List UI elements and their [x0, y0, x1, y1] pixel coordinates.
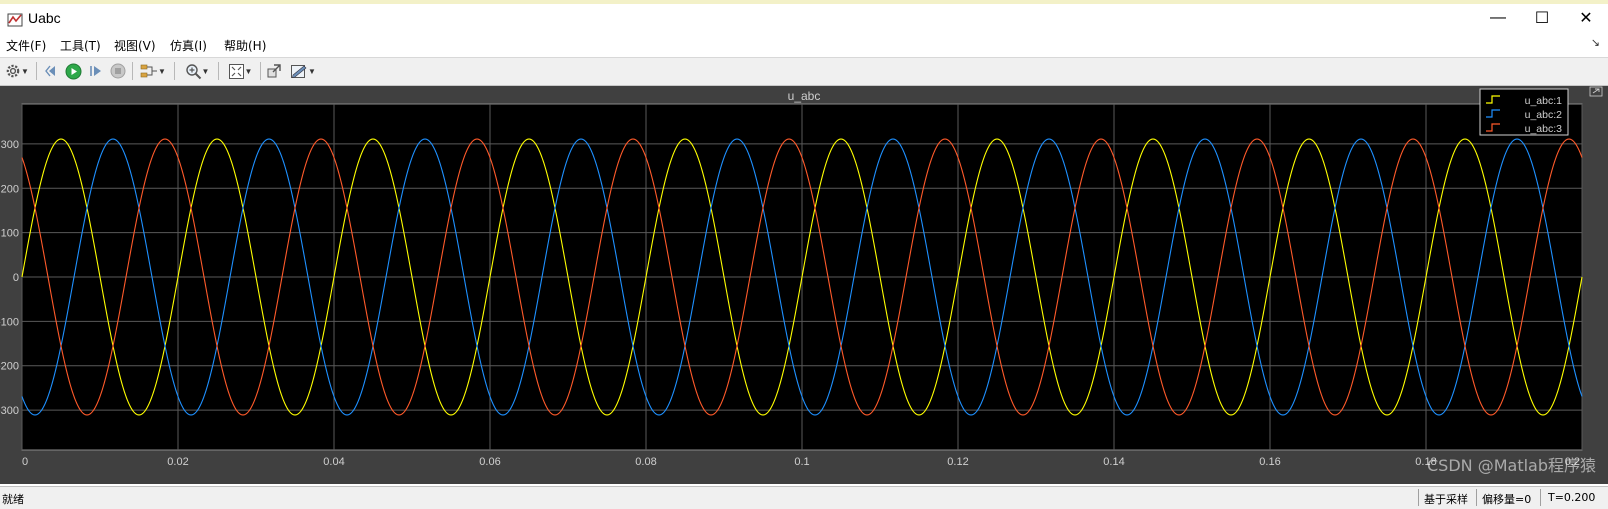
status-ready: 就绪 [2, 493, 24, 506]
style-icon [291, 64, 307, 78]
chevron-down-icon: ▼ [158, 66, 166, 76]
menu-help[interactable]: 帮助(H) [224, 37, 266, 54]
status-offset: 偏移量=0 [1482, 493, 1532, 506]
watermark: CSDN @Matlab程序猿 [1427, 456, 1596, 475]
style-button[interactable]: ▼ [287, 61, 319, 81]
chevron-down-icon: ▼ [21, 66, 29, 76]
x-tick-label: 0.02 [167, 456, 188, 468]
x-tick-label: 0.14 [1103, 456, 1124, 468]
menu-bar: 文件(F) 工具(T) 视图(V) 仿真(I) 帮助(H) ↘ [0, 34, 1608, 56]
status-time: T=0.200 [1548, 491, 1596, 504]
y-tick-label: 0 [13, 272, 19, 284]
menu-file[interactable]: 文件(F) [6, 37, 46, 54]
chevron-down-icon: ▼ [201, 66, 210, 76]
status-divider [1476, 489, 1477, 506]
signal-selector-button[interactable]: ▼ [138, 61, 168, 81]
minimize-button[interactable]: — [1476, 4, 1520, 32]
legend-label: u_abc:2 [1525, 109, 1563, 121]
toolbar-divider [36, 62, 37, 80]
chevron-down-icon: ▼ [244, 66, 253, 76]
toolbar-divider [132, 62, 133, 80]
toolbar-divider [218, 62, 219, 80]
expand-icon[interactable] [1589, 86, 1603, 97]
settings-icon [6, 64, 20, 78]
legend-label: u_abc:3 [1525, 123, 1563, 135]
run-icon [65, 63, 81, 79]
toolbar-divider [174, 62, 175, 80]
close-button[interactable]: ✕ [1564, 4, 1608, 32]
menu-view[interactable]: 视图(V) [114, 37, 156, 54]
y-tick-label: -300 [0, 405, 19, 417]
status-bar: 就绪 基于采样 偏移量=0 T=0.200 [0, 486, 1608, 509]
x-tick-label: 0.08 [635, 456, 656, 468]
settings-button[interactable]: ▼ [3, 61, 31, 81]
stop-button[interactable] [108, 61, 128, 81]
toolbar: ▼ ▼ ▼ ▼ ▼ [0, 57, 1608, 86]
legend[interactable]: u_abc:1 u_abc:2 u_abc:3 [1479, 88, 1569, 136]
stop-icon [110, 63, 126, 79]
restore-history-button[interactable] [42, 61, 62, 81]
status-divider [1540, 489, 1541, 506]
highlight-block-button[interactable] [264, 61, 284, 81]
chevron-down-icon: ▼ [308, 66, 316, 76]
zoom-button[interactable]: ▼ [180, 61, 214, 81]
fit-to-view-icon [228, 63, 244, 79]
status-divider [1418, 489, 1419, 506]
status-sampling: 基于采样 [1424, 493, 1468, 506]
minimize-icon: — [1490, 9, 1506, 26]
chart-title: u_abc [788, 89, 821, 103]
undock-icon[interactable]: ↘ [1591, 36, 1600, 49]
scope-display[interactable]: 0 0.02 0.04 0.06 0.08 0.1 0.12 0.14 0.16 0.18 0.2 3… [0, 86, 1608, 484]
signal-selector-icon [140, 64, 158, 78]
x-tick-label: 0.12 [947, 456, 968, 468]
run-button[interactable] [63, 61, 83, 81]
menu-tools[interactable]: 工具(T) [60, 37, 101, 54]
y-tick-label: 200 [1, 183, 19, 195]
restore-history-icon [45, 65, 55, 77]
window-title: Uabc [28, 10, 61, 26]
x-tick-label: 0.04 [323, 456, 344, 468]
step-forward-button[interactable] [86, 61, 106, 81]
x-tick-label: 0 [22, 456, 28, 468]
scope-chart[interactable]: 0 0.02 0.04 0.06 0.08 0.1 0.12 0.14 0.16 0.18 0.23… [0, 86, 1608, 484]
x-tick-label: 0.1 [794, 456, 809, 468]
step-forward-icon [90, 66, 101, 76]
maximize-button[interactable]: ☐ [1520, 4, 1564, 32]
y-tick-label: 300 [1, 139, 19, 151]
scope-app-icon [7, 13, 23, 27]
y-tick-label: -200 [0, 361, 19, 373]
x-tick-label: 0.16 [1259, 456, 1280, 468]
y-tick-label: -100 [0, 316, 19, 328]
zoom-icon [185, 63, 201, 79]
title-bar: Uabc — ☐ ✕ [0, 4, 1608, 34]
fit-to-view-button[interactable]: ▼ [224, 61, 256, 81]
x-tick-label: 0.06 [479, 456, 500, 468]
highlight-block-icon [267, 64, 281, 78]
close-icon: ✕ [1579, 10, 1593, 27]
legend-label: u_abc:1 [1525, 95, 1563, 107]
y-tick-label: 100 [1, 228, 19, 240]
maximize-icon: ☐ [1534, 10, 1550, 27]
menu-simulation[interactable]: 仿真(I) [170, 37, 207, 54]
toolbar-divider [260, 62, 261, 80]
